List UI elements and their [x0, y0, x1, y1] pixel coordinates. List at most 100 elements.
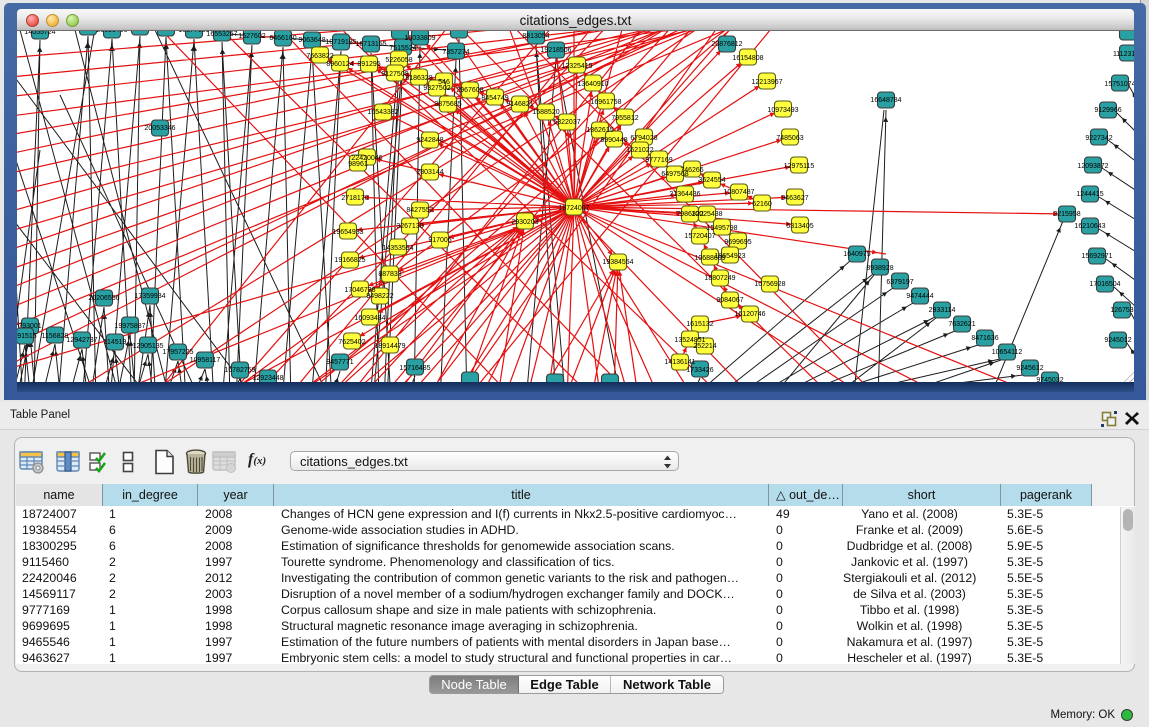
- svg-text:9327502: 9327502: [423, 85, 450, 92]
- svg-text:9227342: 9227342: [1085, 135, 1112, 142]
- svg-text:7632621: 7632621: [948, 321, 975, 328]
- svg-text:5322037: 5322037: [553, 119, 580, 126]
- svg-text:12923448: 12923448: [252, 375, 283, 382]
- svg-text:17957225: 17957225: [162, 349, 193, 356]
- svg-text:10756928: 10756928: [754, 281, 785, 288]
- svg-text:917006: 917006: [428, 237, 451, 244]
- svg-text:6466160: 6466160: [269, 35, 296, 42]
- svg-text:9463627: 9463627: [781, 195, 808, 202]
- svg-text:14055724: 14055724: [24, 31, 55, 36]
- svg-text:126753: 126753: [1110, 307, 1133, 314]
- svg-text:1615132: 1615132: [686, 321, 713, 328]
- svg-text:9699695: 9699695: [724, 239, 751, 246]
- svg-text:18654923: 18654923: [714, 253, 745, 260]
- svg-text:18914479: 18914479: [374, 343, 405, 350]
- svg-text:10807487: 10807487: [723, 189, 754, 196]
- svg-text:19975887: 19975887: [114, 323, 145, 330]
- svg-text:15716485: 15716485: [399, 365, 430, 372]
- svg-text:8186328: 8186328: [405, 75, 432, 82]
- svg-text:11123157: 11123157: [1113, 51, 1134, 58]
- svg-text:9777169: 9777169: [645, 157, 672, 164]
- svg-text:6379197: 6379197: [886, 279, 913, 286]
- svg-text:10719185: 10719185: [325, 39, 356, 46]
- svg-text:7357274: 7357274: [442, 49, 469, 56]
- svg-text:12942737: 12942737: [66, 337, 97, 344]
- svg-text:16543382: 16543382: [367, 109, 398, 116]
- svg-text:21364436: 21364436: [669, 191, 700, 198]
- svg-text:746266: 746266: [680, 167, 703, 174]
- svg-text:19654933: 19654933: [332, 229, 363, 236]
- svg-text:15720407: 15720407: [684, 233, 715, 240]
- svg-text:20206556: 20206556: [88, 295, 119, 302]
- svg-text:9146821: 9146821: [506, 101, 533, 108]
- svg-text:20876812: 20876812: [711, 41, 742, 48]
- svg-text:12905135: 12905135: [132, 343, 163, 350]
- svg-text:2933114: 2933114: [929, 307, 956, 314]
- svg-text:15495798: 15495798: [706, 225, 737, 232]
- svg-text:1588520: 1588520: [532, 109, 559, 116]
- svg-text:5313405: 5313405: [786, 223, 813, 230]
- svg-text:62160: 62160: [752, 201, 772, 208]
- svg-text:1156829: 1156829: [42, 333, 69, 340]
- svg-text:10973493: 10973493: [767, 107, 798, 114]
- svg-text:16553267: 16553267: [206, 31, 237, 38]
- svg-text:5226058: 5226058: [385, 57, 412, 64]
- svg-text:9245012: 9245012: [1104, 337, 1131, 344]
- svg-text:16210643: 16210643: [1074, 223, 1105, 230]
- svg-text:12213967: 12213967: [751, 79, 782, 86]
- svg-text:7625402: 7625402: [338, 339, 365, 346]
- svg-text:13640910: 13640910: [577, 81, 608, 88]
- svg-text:7955812: 7955812: [611, 115, 638, 122]
- svg-text:18724007: 18724007: [558, 205, 589, 212]
- svg-text:20053346: 20053346: [144, 125, 175, 132]
- svg-text:8427552: 8427552: [406, 207, 433, 214]
- svg-text:16120746: 16120746: [734, 311, 765, 318]
- svg-text:16648784: 16648784: [870, 97, 901, 104]
- svg-text:16033809: 16033809: [404, 35, 435, 42]
- svg-text:9474444: 9474444: [906, 293, 933, 300]
- svg-text:8813054: 8813054: [522, 33, 549, 40]
- svg-text:15692971: 15692971: [1081, 253, 1112, 260]
- svg-text:1527602: 1527602: [238, 33, 265, 40]
- svg-text:9129966: 9129966: [1094, 107, 1121, 114]
- svg-text:793001: 793001: [18, 323, 41, 330]
- svg-text:18807249: 18807249: [704, 275, 735, 282]
- svg-text:14136141: 14136141: [664, 359, 695, 366]
- svg-text:9745032: 9745032: [1036, 377, 1063, 382]
- svg-text:891295: 891295: [357, 61, 380, 68]
- svg-text:17359934: 17359934: [134, 293, 165, 300]
- svg-text:9457771: 9457771: [326, 359, 353, 366]
- svg-text:12325419: 12325419: [561, 63, 592, 70]
- svg-text:2967608: 2967608: [456, 87, 483, 94]
- svg-text:17016504: 17016504: [1089, 281, 1120, 288]
- svg-text:9242848: 9242848: [416, 137, 443, 144]
- svg-text:1362615: 1362615: [586, 127, 613, 134]
- svg-text:3215958: 3215958: [1053, 211, 1080, 218]
- svg-text:98961: 98961: [348, 161, 368, 168]
- svg-text:8960124: 8960124: [326, 61, 353, 68]
- svg-text:114519: 114519: [104, 339, 127, 346]
- svg-text:1621022: 1621022: [626, 147, 653, 154]
- svg-text:7485063: 7485063: [776, 135, 803, 142]
- svg-text:12975115: 12975115: [784, 163, 815, 170]
- svg-text:16093484: 16093484: [354, 315, 385, 322]
- svg-text:8471636: 8471636: [971, 335, 998, 342]
- svg-text:8938928: 8938928: [866, 265, 893, 272]
- svg-text:19384554: 19384554: [602, 259, 633, 266]
- svg-text:19218506: 19218506: [540, 47, 571, 54]
- svg-text:1640975: 1640975: [843, 251, 870, 258]
- svg-text:3624554: 3624554: [698, 177, 725, 184]
- svg-text:9084067: 9084067: [716, 297, 743, 304]
- svg-text:9498222: 9498222: [366, 293, 393, 300]
- svg-text:16782759: 16782759: [224, 367, 255, 374]
- svg-text:12093872: 12093872: [1077, 163, 1108, 170]
- svg-text:16154808: 16154808: [732, 55, 763, 62]
- svg-text:10377165: 10377165: [178, 31, 209, 34]
- svg-text:9063648: 9063648: [298, 37, 325, 44]
- svg-text:1244415: 1244415: [1076, 191, 1103, 198]
- svg-text:391515: 391515: [17, 333, 37, 340]
- svg-text:3875685: 3875685: [434, 101, 461, 108]
- svg-text:10654112: 10654112: [992, 349, 1023, 356]
- svg-text:887833: 887833: [378, 271, 401, 278]
- svg-text:7515524: 7515524: [389, 45, 416, 52]
